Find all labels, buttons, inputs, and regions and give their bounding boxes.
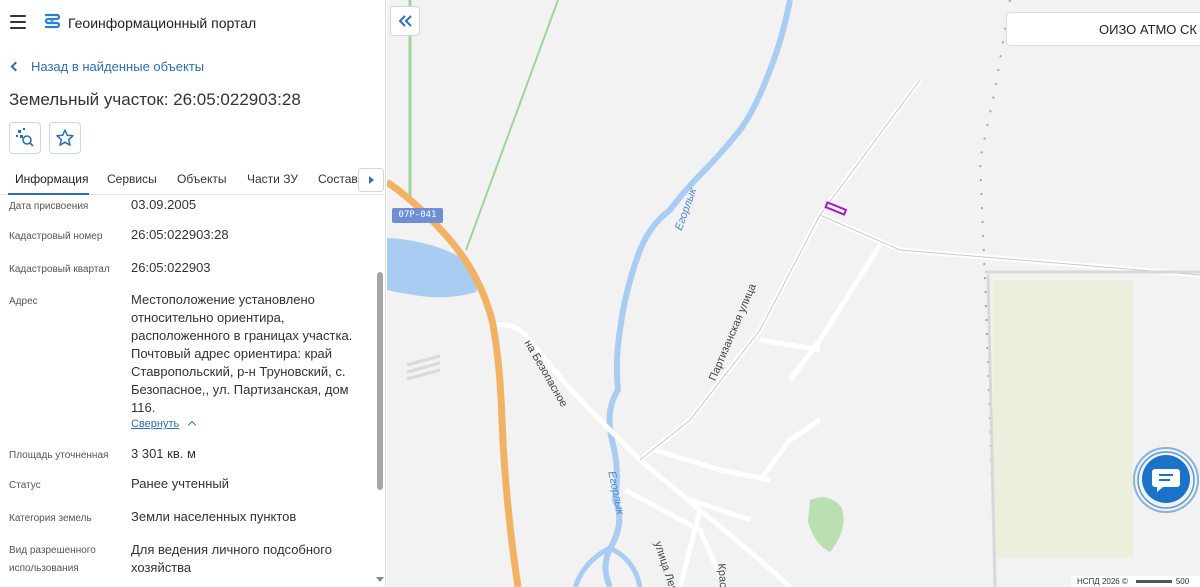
- field-label: Адрес: [9, 296, 38, 307]
- field-value: Для ведения личного подсобного хозяйства: [131, 542, 332, 575]
- lake-area: [387, 238, 478, 298]
- address-value: Местоположение установлено относительно …: [131, 292, 353, 415]
- chevron-up-icon: [188, 420, 197, 430]
- river-line: [602, 0, 793, 587]
- star-icon: [56, 129, 74, 146]
- map-search-button[interactable]: [9, 122, 41, 154]
- field-label: Категория земель: [9, 513, 92, 524]
- buildings: [406, 354, 441, 381]
- favorite-button[interactable]: [49, 122, 81, 154]
- field-value: 3 301 кв. м: [131, 446, 196, 461]
- double-chevron-left-icon: [398, 15, 412, 27]
- panel-header: Геоинформационный портал: [0, 0, 385, 46]
- tab-info[interactable]: Информация: [15, 172, 88, 186]
- map-view[interactable]: на Безопасное Партизанская улица улица Л…: [387, 0, 1200, 587]
- organization-selector[interactable]: ОИЗО АТМО СК: [1006, 12, 1200, 46]
- field-label: Кадастровый квартал: [9, 264, 110, 275]
- map-canvas[interactable]: [387, 0, 1200, 587]
- chat-bubble-icon: [1152, 469, 1180, 492]
- tab-composition[interactable]: Состав: [318, 172, 358, 186]
- object-panel: Геоинформационный портал Назад в найденн…: [0, 0, 386, 587]
- field-label: Кадастровый номер: [9, 231, 103, 242]
- scroll-down-arrow-icon[interactable]: [376, 577, 384, 582]
- tab-bar: Информация Сервисы Объекты Части ЗУ Сост…: [0, 163, 385, 195]
- field-value: 03.09.2005: [131, 197, 197, 212]
- back-link-label: Назад в найденные объекты: [31, 59, 205, 74]
- scale-text: 500: [1175, 577, 1190, 586]
- collapse-label: Свернуть: [131, 418, 180, 430]
- field-value: 26:05:022903:28: [131, 227, 229, 242]
- green-line: [465, 0, 559, 251]
- tab-services[interactable]: Сервисы: [107, 172, 157, 186]
- tab-objects[interactable]: Объекты: [177, 172, 227, 186]
- field-label: Статус: [9, 480, 41, 491]
- street-label: Крас: [715, 563, 730, 587]
- panel-collapse-button[interactable]: [390, 6, 420, 36]
- object-title: Земельный участок: 26:05:022903:28: [9, 90, 301, 109]
- park-area: [808, 497, 844, 552]
- scale-bar: [1135, 579, 1172, 583]
- field-area: [993, 280, 1133, 558]
- tab-plot-parts[interactable]: Части ЗУ: [247, 172, 298, 186]
- tabs-next-button[interactable]: [358, 168, 384, 192]
- field-label: Вид разрешенного использования: [9, 545, 96, 574]
- field-label: Дата присвоения: [9, 201, 89, 212]
- active-tab-indicator: [8, 193, 89, 195]
- field-label: Площадь уточненная: [9, 450, 109, 461]
- info-list: Дата присвоения 03.09.2005 Кадастровый н…: [0, 196, 375, 587]
- field-value: Земли населенных пунктов: [131, 509, 297, 524]
- chat-button[interactable]: [1142, 455, 1190, 503]
- map-attribution: НСПД 2026 © 500: [1071, 576, 1200, 587]
- road-number-badge: 07Р-041: [392, 208, 443, 223]
- back-link[interactable]: Назад в найденные объекты: [10, 59, 205, 74]
- map-search-icon: [16, 128, 34, 147]
- field-value: 26:05:022903: [131, 260, 211, 275]
- hamburger-icon[interactable]: [10, 15, 26, 29]
- field-value: Ранее учтенный: [131, 476, 229, 491]
- chevron-left-icon: [10, 61, 21, 72]
- organization-label: ОИЗО АТМО СК: [1099, 22, 1197, 37]
- app-title: Геоинформационный портал: [68, 15, 257, 31]
- attribution-text: НСПД 2026 ©: [1077, 577, 1128, 586]
- collapse-address-link[interactable]: Свернуть: [131, 418, 197, 430]
- scrollbar-thumb[interactable]: [377, 272, 383, 490]
- portal-logo-icon: [44, 13, 61, 29]
